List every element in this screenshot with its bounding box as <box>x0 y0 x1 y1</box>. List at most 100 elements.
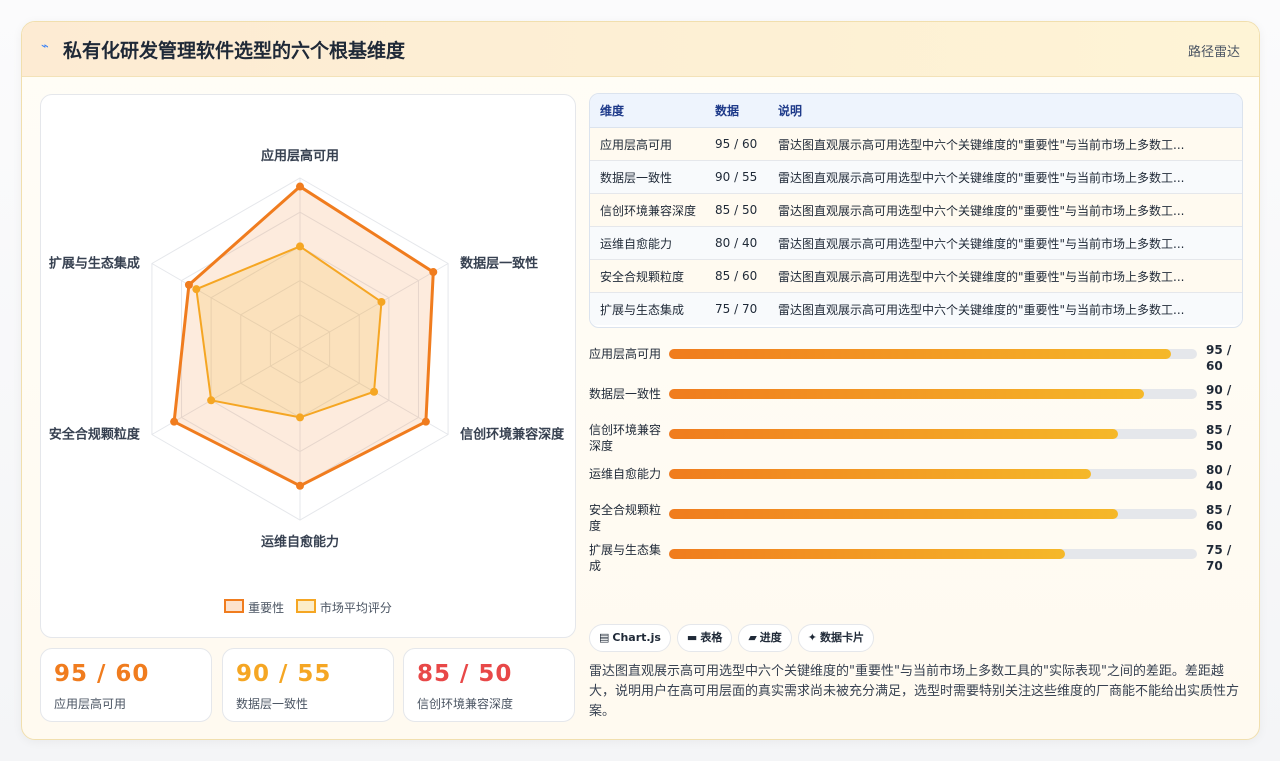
tag-label: 进度 <box>759 631 782 644</box>
table-cell-data: 85 / 50 <box>715 193 778 227</box>
radar-point <box>170 417 179 426</box>
progress-value: 85 / 50 <box>1206 423 1232 453</box>
radar-point <box>296 182 304 191</box>
table-cell-dimension: 扩展与生态集成 <box>590 292 715 325</box>
progress-row: 运维自愈能力 80 / 40 <box>589 462 1249 498</box>
table-cell-dimension: 应用层高可用 <box>590 127 715 161</box>
data-table: 维度 数据 说明 应用层高可用 95 / 60 雷达图直观展示高可用选型中六个关键维… <box>589 93 1243 328</box>
progress-row: 应用层高可用 95 / 60 <box>589 342 1249 378</box>
stat-card: 85 / 50 信创环境兼容深度 <box>403 648 575 722</box>
legend-item-importance[interactable]: 重要性 <box>224 599 284 616</box>
table-header-row: 维度 数据 说明 <box>590 94 1242 128</box>
progress-track <box>669 349 1197 359</box>
progress-row: 信创环境兼容深度 85 / 50 <box>589 422 1249 458</box>
radar-axis-label: 扩展与生态集成 <box>49 256 140 272</box>
radar-point <box>370 387 379 396</box>
radar-axis-label: 运维自愈能力 <box>261 534 339 550</box>
radar-panel: 应用层高可用数据层一致性信创环境兼容深度运维自愈能力 安全合规颗粒度 扩展与生态集成… <box>40 94 576 638</box>
progress-label: 扩展与生态集成 <box>589 543 662 573</box>
progress-icon: ▰ <box>748 631 757 644</box>
table-row: 安全合规颗粒度 85 / 60 雷达图直观展示高可用选型中六个关键维度的"重要性"与… <box>590 259 1242 293</box>
stat-label: 应用层高可用 <box>54 697 127 711</box>
progress-track <box>669 429 1197 439</box>
progress-value: 80 / 40 <box>1206 463 1232 493</box>
tag-card[interactable]: ✦ 数据卡片 <box>797 624 875 652</box>
legend-label: 重要性 <box>248 601 285 615</box>
table-cell-dimension: 安全合规颗粒度 <box>590 259 715 293</box>
chart-icon: ▤ <box>599 631 610 644</box>
main-card: ⌁ 私有化研发管理软件选型的六个根基维度 路径雷达 应用层高可用 数据层一致性 信创… <box>21 21 1260 740</box>
progress-label: 运维自愈能力 <box>589 467 662 481</box>
progress-value: 75 / 70 <box>1206 543 1232 573</box>
table-row: 运维自愈能力 80 / 40 雷达图直观展示高可用选型中六个关键维度的"重要性"与当… <box>590 226 1242 260</box>
table-cell-desc: 雷达图直观展示高可用选型中六个关键维度的"重要性"与当前市场上多数工... <box>778 226 1242 260</box>
table-row: 应用层高可用 95 / 60 雷达图直观展示高可用选型中六个关键维度的"重要性"与当… <box>590 127 1242 161</box>
table-cell-dimension: 信创环境兼容深度 <box>590 193 715 227</box>
radar-axis-label: 信创环境兼容深度 <box>460 427 565 443</box>
radar-axis-label: 数据层一致性 <box>460 256 538 272</box>
progress-row: 安全合规颗粒度 85 / 60 <box>589 502 1249 538</box>
table-cell-data: 75 / 70 <box>715 292 778 325</box>
progress-track <box>669 469 1197 479</box>
radar-point <box>377 297 386 306</box>
progress-track <box>669 509 1197 519</box>
tag-label: 表格 <box>700 631 723 644</box>
stat-value: 95 / 60 <box>54 661 150 687</box>
stat-label: 数据层一致性 <box>236 697 309 711</box>
stat-card: 95 / 60 应用层高可用 <box>40 648 212 722</box>
tag-table[interactable]: ▬ 表格 <box>676 624 733 652</box>
progress-fill <box>669 389 1145 399</box>
zigzag-icon: ⌁ <box>41 39 49 54</box>
stat-label: 信创环境兼容深度 <box>417 697 514 711</box>
legend-item-market-avg[interactable]: 市场平均评分 <box>295 599 392 616</box>
radar-point <box>429 268 438 277</box>
progress-fill <box>669 509 1118 519</box>
progress-label: 数据层一致性 <box>589 387 662 401</box>
progress-track <box>669 549 1197 559</box>
progress-row: 数据层一致性 90 / 55 <box>589 382 1249 418</box>
table-cell-desc: 雷达图直观展示高可用选型中六个关键维度的"重要性"与当前市场上多数工... <box>778 193 1242 227</box>
legend-swatch <box>295 599 316 613</box>
table-header-dimension: 维度 <box>590 94 715 128</box>
progress-track <box>669 389 1197 399</box>
table-row: 数据层一致性 90 / 55 雷达图直观展示高可用选型中六个关键维度的"重要性"与当… <box>590 160 1242 194</box>
radar-axis-label: 应用层高可用 <box>261 148 339 164</box>
progress-fill <box>669 349 1171 359</box>
radar-chart: 应用层高可用数据层一致性信创环境兼容深度运维自愈能力 安全合规颗粒度扩展与生态集成 <box>49 148 565 550</box>
table-cell-dimension: 数据层一致性 <box>590 160 715 194</box>
table-cell-desc: 雷达图直观展示高可用选型中六个关键维度的"重要性"与当前市场上多数工... <box>778 160 1242 194</box>
chart-legend: 重要性 市场平均评分 <box>41 599 575 616</box>
legend-label: 市场平均评分 <box>319 601 392 615</box>
tag-chart[interactable]: ▤ Chart.js <box>589 624 671 652</box>
tag-list: ▤ Chart.js ▬ 表格 ▰ 进度 ✦ 数据卡片 <box>589 624 880 652</box>
progress-label: 信创环境兼容深度 <box>589 423 662 453</box>
tag-label: Chart.js <box>612 631 661 644</box>
table-cell-data: 95 / 60 <box>715 127 778 161</box>
radar-axis-label: 安全合规颗粒度 <box>49 427 141 443</box>
header-right-label: 路径雷达 <box>1187 45 1240 60</box>
table-row: 扩展与生态集成 75 / 70 雷达图直观展示高可用选型中六个关键维度的"重要性"与… <box>590 292 1242 325</box>
radar-point <box>296 413 304 422</box>
radar-point <box>296 481 304 490</box>
radar-point <box>207 396 216 405</box>
stat-value: 90 / 55 <box>236 661 332 687</box>
tag-label: 数据卡片 <box>820 631 865 644</box>
radar-point <box>296 242 304 251</box>
progress-label: 应用层高可用 <box>589 347 662 361</box>
table-header-desc: 说明 <box>778 94 1242 128</box>
progress-fill <box>669 549 1065 559</box>
legend-swatch <box>224 599 245 613</box>
table-cell-desc: 雷达图直观展示高可用选型中六个关键维度的"重要性"与当前市场上多数工... <box>778 292 1242 325</box>
table-cell-data: 85 / 60 <box>715 259 778 293</box>
header: ⌁ 私有化研发管理软件选型的六个根基维度 路径雷达 <box>22 22 1259 77</box>
tag-progress[interactable]: ▰ 进度 <box>738 624 792 652</box>
progress-label: 安全合规颗粒度 <box>589 503 662 533</box>
card-icon: ✦ <box>807 631 818 644</box>
table-cell-desc: 雷达图直观展示高可用选型中六个关键维度的"重要性"与当前市场上多数工... <box>778 127 1242 161</box>
stat-card: 90 / 55 数据层一致性 <box>222 648 394 722</box>
progress-fill <box>669 429 1118 439</box>
radar-point <box>192 285 201 294</box>
page-title: 私有化研发管理软件选型的六个根基维度 <box>63 40 406 62</box>
table-cell-dimension: 运维自愈能力 <box>590 226 715 260</box>
table-cell-data: 80 / 40 <box>715 226 778 260</box>
